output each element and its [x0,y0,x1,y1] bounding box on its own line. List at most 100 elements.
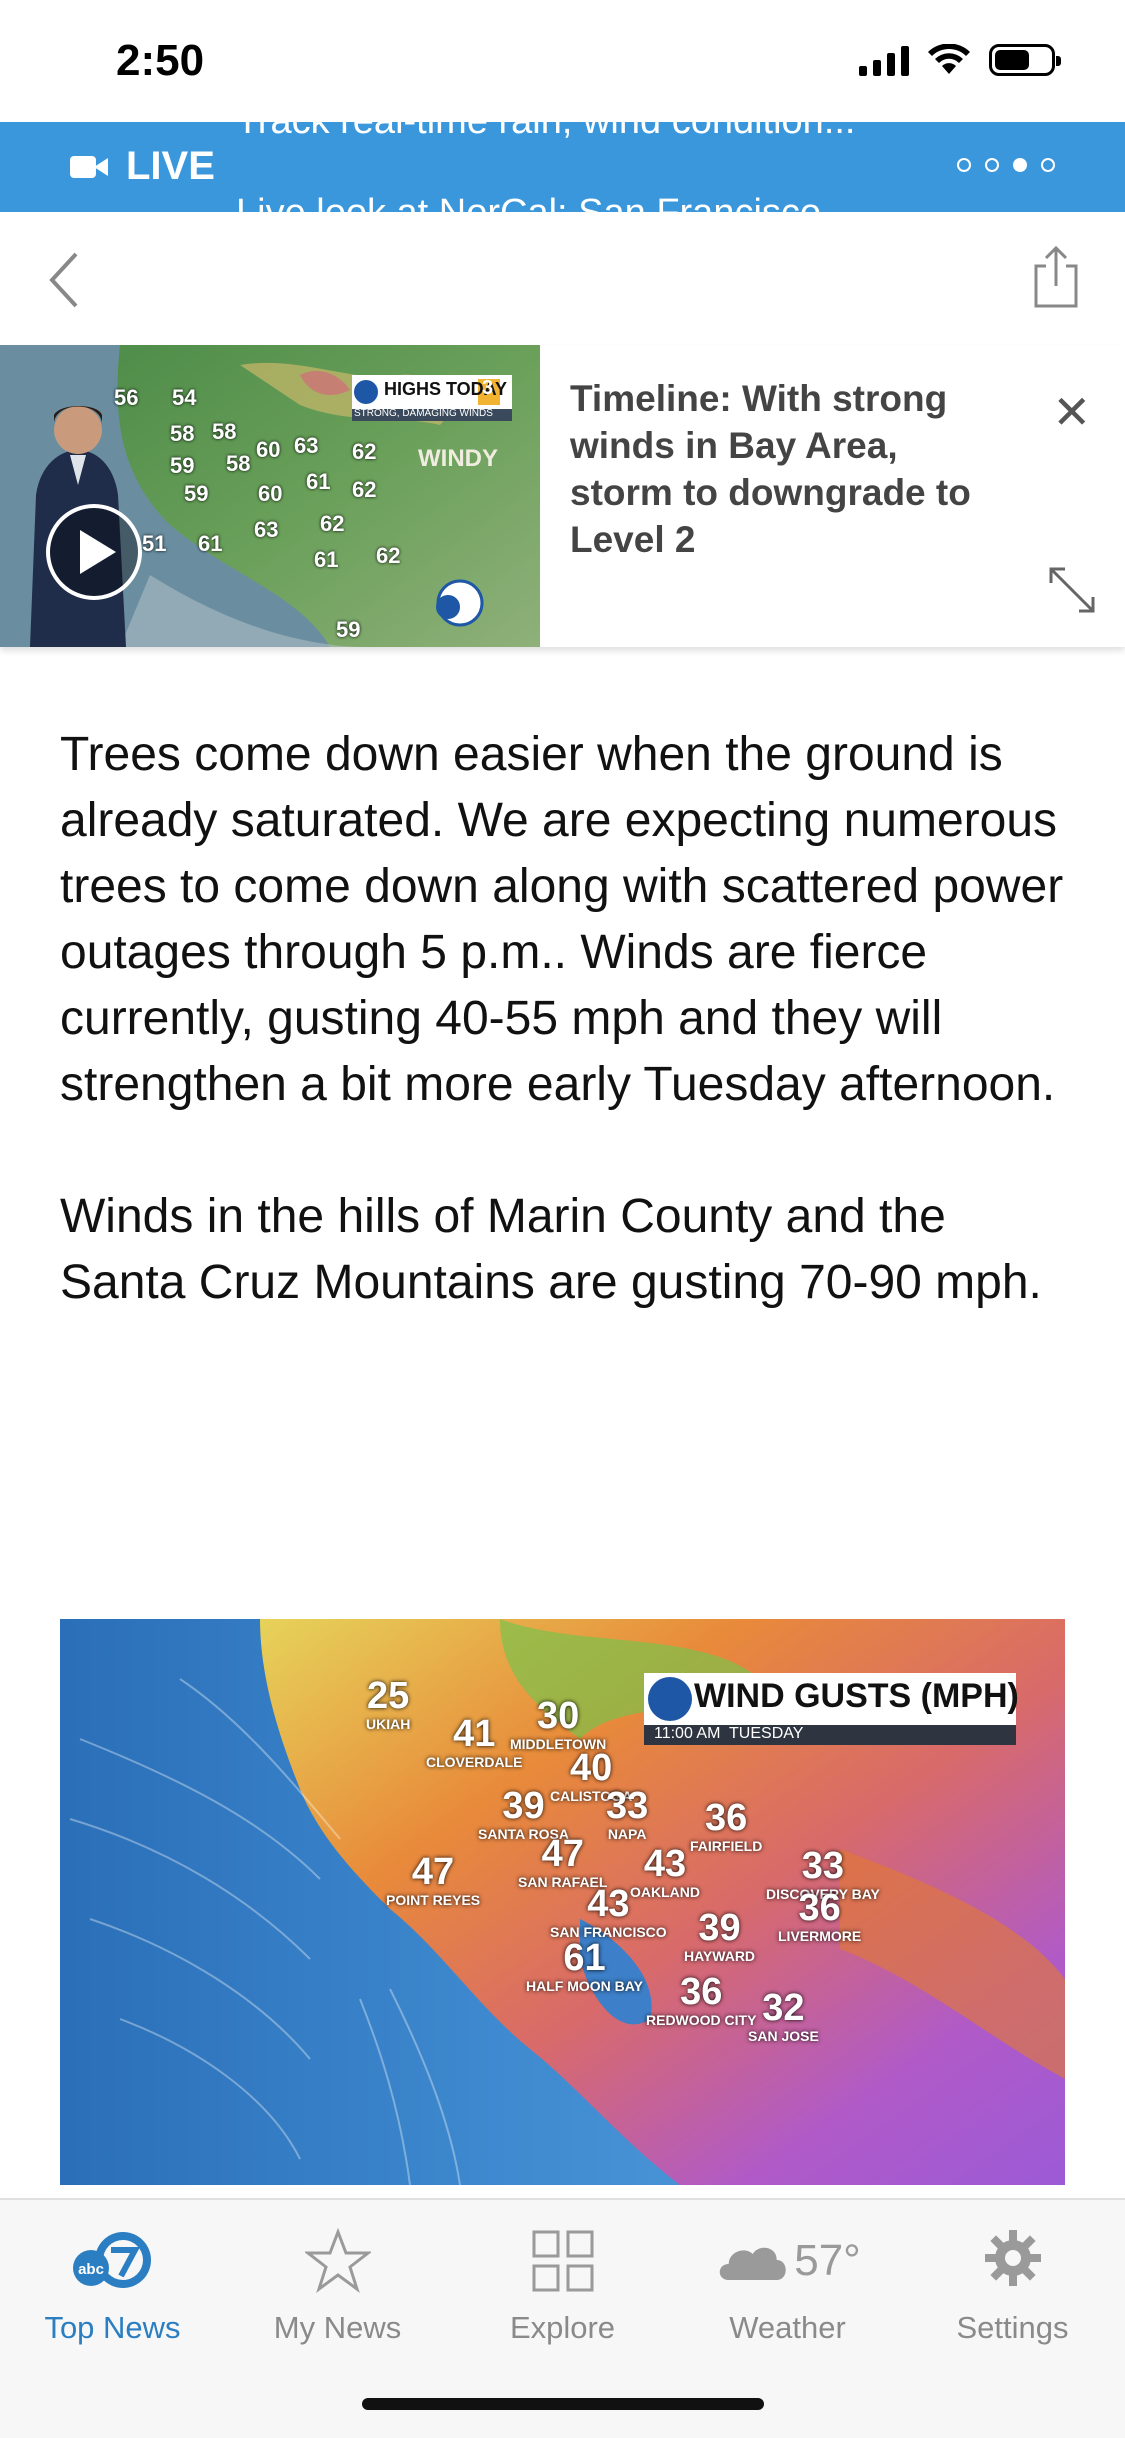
wind-place: NAPA [607,1826,647,1842]
wind-value: 36 [705,1797,748,1839]
live-ticker-prev: Track real-time rain, wind condition... [236,122,856,143]
thumb-temp-label: 61 [306,469,331,494]
wind-place: SAN JOSE [748,2028,819,2044]
wind-reading: 25 UKIAH [366,1677,410,1731]
video-thumbnail[interactable]: HIGHS TODAY 3 STRONG, DAMAGING WINDS WIN… [0,345,540,647]
live-ticker-next: Live look at NorCal: San Francisco... [236,192,853,212]
article-nav-bar [0,212,1125,346]
article-paragraph: Winds in the hills of Marin County and t… [60,1190,1042,1309]
back-chevron-icon[interactable] [46,248,86,312]
wind-value: 41 [453,1713,496,1755]
thumb-temp-label: 62 [352,477,377,502]
wind-value: 47 [541,1833,584,1875]
close-icon[interactable]: ✕ [1052,385,1091,439]
article-paragraph: Trees come down easier when the ground i… [60,728,1064,1111]
page-dot[interactable] [985,158,999,172]
wind-map-time: 11:00 AM TUESDAY [654,1725,804,1742]
wind-reading: 30 MIDDLETOWN [510,1697,606,1751]
thumb-badge: 3 [482,377,494,399]
status-icons [859,44,1061,76]
tab-settings[interactable]: Settings [900,2200,1125,2360]
tab-my-news[interactable]: My News [225,2200,450,2360]
wind-value: 43 [643,1843,687,1885]
wind-value: 25 [367,1675,410,1717]
page-dot-active[interactable] [1013,158,1027,172]
wind-place: HALF MOON BAY [526,1978,643,1994]
live-text: LIVE [126,144,215,188]
live-banner[interactable]: Track real-time rain, wind condition... … [0,122,1125,212]
thumb-temp-label: 58 [212,419,237,444]
wind-place: HAYWARD [684,1948,756,1964]
wind-value: 36 [680,1971,723,2013]
thumb-subheader: STRONG, DAMAGING WINDS [354,408,493,419]
wind-reading: 36 FAIRFIELD [690,1799,762,1853]
wind-value: 36 [798,1887,841,1929]
wind-gusts-map-image[interactable]: WIND GUSTS (MPH) 11:00 AM TUESDAY 25 UKIA… [60,1619,1065,2185]
status-time: 2:50 [116,36,205,85]
thumb-temp-label: 51 [142,531,167,556]
wind-value: 33 [606,1785,649,1827]
expand-icon[interactable] [1045,563,1099,617]
wind-reading: 39 HAYWARD [684,1909,755,1963]
article-body: Trees come down easier when the ground i… [60,722,1080,1382]
wind-value: 40 [569,1747,613,1789]
wind-value: 43 [587,1883,630,1925]
video-camera-icon [70,154,108,180]
wind-reading: 36 LIVERMORE [778,1889,861,1943]
thumb-temp-label: 54 [172,385,197,410]
wind-value: 39 [698,1907,741,1949]
wind-value: 39 [502,1785,545,1827]
tab-label: Explore [509,2310,616,2345]
video-player-card[interactable]: HIGHS TODAY 3 STRONG, DAMAGING WINDS WIN… [0,345,1125,647]
wifi-icon [928,44,970,74]
star-icon [304,2228,371,2293]
thumb-temp-label: 62 [352,439,377,464]
wind-reading: 41 CLOVERDALE [426,1715,522,1769]
page-indicator[interactable] [957,158,1055,172]
tab-explore[interactable]: Explore [450,2200,675,2360]
wind-reading: 47 SAN RAFAEL [518,1835,607,1889]
wind-reading: 43 SAN FRANCISCO [550,1885,667,1939]
thumb-temp-label: 61 [314,547,339,572]
status-bar: 2:50 [0,0,1125,122]
thumb-windy: WINDY [418,445,498,472]
thumb-temp-label: 60 [258,481,283,506]
wind-place: UKIAH [366,1716,411,1732]
tab-label: Settings [956,2310,1069,2345]
wind-place: FAIRFIELD [690,1838,763,1854]
home-indicator[interactable] [362,2398,764,2410]
thumb-temp-label: 58 [226,451,251,476]
wind-place: CLOVERDALE [426,1754,523,1770]
thumb-temp-label: 59 [184,481,209,506]
share-icon[interactable] [1031,244,1081,310]
thumb-temp-label: 59 [336,617,361,642]
weather-temp: 57° [794,2236,861,2285]
thumb-temp-label: 59 [170,453,195,478]
wind-place: LIVERMORE [778,1928,862,1944]
tab-label: Top News [44,2310,181,2345]
tab-weather[interactable]: 57° Weather [675,2200,900,2360]
page-dot[interactable] [1041,158,1055,172]
wind-value: 47 [411,1851,455,1893]
thumb-temp-label: 62 [376,543,401,568]
wind-value: 33 [801,1845,845,1887]
thumb-temp-label: 56 [114,385,139,410]
wind-reading: 61 HALF MOON BAY [526,1939,643,1993]
grid-icon [532,2230,593,2292]
wind-reading: 33 NAPA [606,1787,648,1841]
battery-icon [989,44,1061,76]
wind-reading: 32 SAN JOSE [748,1989,819,2043]
play-button[interactable] [48,506,140,598]
tab-label: My News [273,2310,402,2345]
thumb-temp-label: 60 [256,437,281,462]
weather-icon-group: 57° [714,2236,861,2286]
wind-value: 30 [536,1695,580,1737]
wind-place: REDWOOD CITY [646,2012,757,2028]
tab-label: Weather [729,2310,846,2345]
wind-value: 32 [762,1987,805,2029]
thumb-temp-label: 61 [198,531,223,556]
page-dot[interactable] [957,158,971,172]
video-title[interactable]: Timeline: With strong winds in Bay Area,… [570,375,990,563]
wind-value: 61 [563,1937,606,1979]
tab-top-news[interactable]: abc Top News [0,2200,225,2360]
